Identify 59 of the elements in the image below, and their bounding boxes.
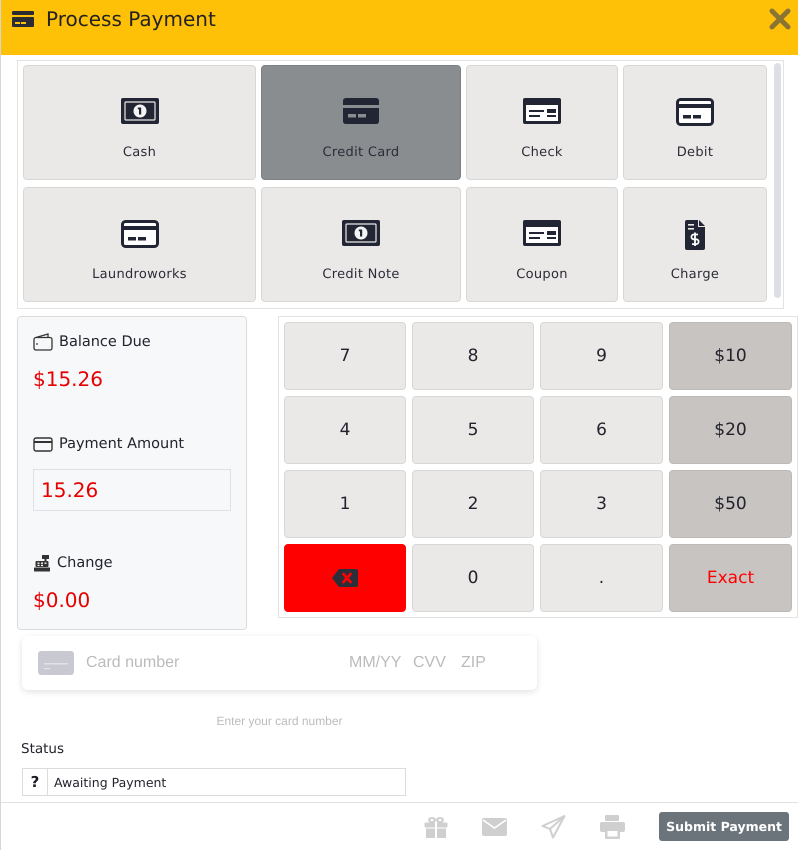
keypad-key[interactable]: 1	[284, 470, 406, 538]
backspace-button[interactable]	[284, 544, 406, 612]
keypad-key[interactable]: 3	[540, 470, 663, 538]
payment-method-button[interactable]: Debit	[623, 65, 767, 180]
payment-method-button[interactable]: Cash	[23, 65, 256, 180]
card-hint-text: Enter your card number	[216, 714, 343, 728]
card-number-field[interactable]: Card number	[86, 651, 349, 675]
change-label: Change	[57, 554, 113, 573]
status-field[interactable]: Awaiting Payment	[47, 768, 406, 796]
payment-method-button[interactable]: Credit Note	[261, 187, 461, 302]
balance-due-label: Balance Due	[59, 333, 151, 352]
card-outline-icon	[33, 436, 53, 452]
payment-amount-label: Payment Amount	[59, 435, 184, 454]
amount-key[interactable]: $50	[669, 470, 792, 538]
credit-card-icon	[343, 98, 379, 124]
amount-key[interactable]: $20	[669, 396, 792, 464]
backspace-icon	[332, 569, 358, 587]
keypad-key[interactable]: 7	[284, 322, 406, 390]
invoice-dollar-icon	[685, 220, 705, 250]
card-icon	[38, 651, 74, 675]
wallet-icon	[33, 333, 53, 351]
payment-method-button[interactable]: Laundroworks	[23, 187, 256, 302]
cheque-icon	[523, 98, 561, 124]
close-icon	[769, 8, 791, 30]
payment-method-button[interactable]: Check	[466, 65, 618, 180]
cash-register-icon	[33, 554, 51, 572]
scrollbar-thumb[interactable]	[774, 63, 781, 298]
keypad-key[interactable]: 5	[412, 396, 534, 464]
bank-card-icon	[120, 220, 158, 248]
payment-method-button[interactable]: Charge	[623, 187, 767, 302]
change-value: $0.00	[33, 587, 90, 614]
submit-payment-button[interactable]: Submit Payment	[659, 812, 789, 841]
cvv-field[interactable]: CVV	[413, 651, 461, 675]
keypad-key[interactable]: 9	[540, 322, 663, 390]
envelope-icon	[482, 818, 508, 836]
keypad-key[interactable]: 8	[412, 322, 534, 390]
amount-key[interactable]: $10	[669, 322, 792, 390]
payment-amount-input[interactable]: 15.26	[33, 469, 231, 511]
credit-card-icon	[12, 11, 34, 27]
status-label: Status	[21, 740, 64, 758]
banknote-icon	[342, 220, 380, 246]
expiry-date-field[interactable]: MM/YY	[349, 651, 413, 675]
balance-due-value: $15.26	[33, 366, 103, 393]
close-button[interactable]	[769, 8, 791, 30]
gift-icon	[424, 816, 448, 838]
paper-plane-icon	[541, 814, 566, 838]
printer-icon	[600, 814, 626, 838]
payment-method-button[interactable]: Coupon	[466, 187, 618, 302]
payment-method-button[interactable]: Credit Card	[261, 65, 461, 180]
keypad-key[interactable]: 2	[412, 470, 534, 538]
cheque-icon	[523, 220, 561, 246]
keypad-key[interactable]: 4	[284, 396, 406, 464]
keypad-key[interactable]: 6	[540, 396, 663, 464]
window-title: Process Payment	[46, 8, 216, 30]
zip-code-field[interactable]: ZIP	[461, 651, 521, 675]
keypad-key[interactable]: .	[540, 544, 663, 612]
keypad-key[interactable]: 0	[412, 544, 534, 612]
banknote-icon	[120, 98, 158, 124]
bank-card-icon	[676, 98, 714, 126]
